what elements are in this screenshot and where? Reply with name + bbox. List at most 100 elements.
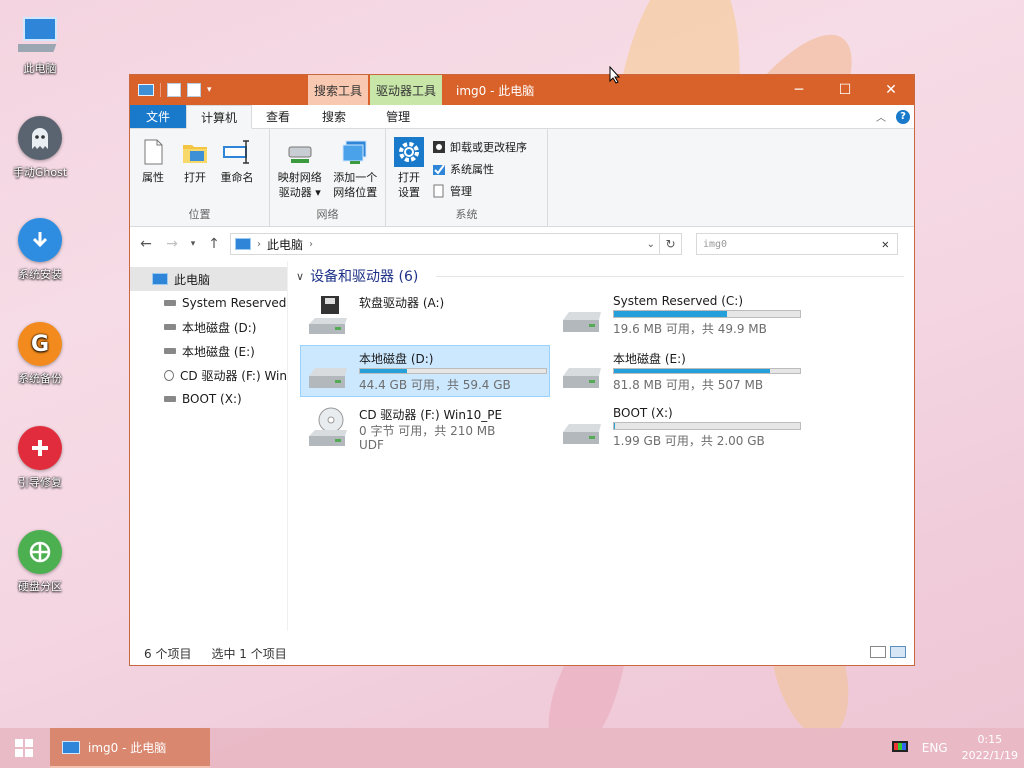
rename-button[interactable]: 重命名: [218, 133, 256, 206]
uninstall-programs-button[interactable]: 卸载或更改程序: [432, 137, 527, 156]
item-count: 6 个项目: [144, 646, 192, 661]
collapse-ribbon-icon[interactable]: ︿: [876, 109, 886, 124]
desktop-icon-boot-repair[interactable]: 引导修复: [2, 426, 78, 490]
desktop-icon-label: 硬盘分区: [18, 580, 62, 593]
drive-name: 软盘驱动器 (A:): [359, 296, 445, 310]
new-folder-quick-icon[interactable]: [187, 83, 201, 97]
selected-count: 选中 1 个项目: [211, 646, 287, 661]
search-input[interactable]: img0 ✕: [696, 233, 898, 255]
hard-drive-icon: [563, 424, 601, 444]
content-pane: ∨ 设备和驱动器 (6) 软盘驱动器 (A:) System Reserved (…: [288, 261, 914, 631]
add-network-location-button[interactable]: 添加一个 网络位置: [330, 133, 382, 206]
hard-drive-icon: [563, 368, 601, 388]
ribbon: 属性 打开 重命名 位置 映射网络 驱动器 ▾ 添加一个 网络位置 网络 打开 …: [130, 129, 914, 227]
map-network-drive-button[interactable]: 映射网络 驱动器 ▾: [274, 133, 326, 206]
desktop-icon-backup[interactable]: G 系统备份: [2, 322, 78, 386]
desktop-icon-label: 手动Ghost: [12, 166, 68, 179]
tab-search[interactable]: 搜索: [304, 105, 364, 128]
help-icon[interactable]: ?: [896, 109, 910, 124]
drive-capacity: 44.4 GB 可用，共 59.4 GB: [359, 378, 511, 392]
up-button[interactable]: ↑: [204, 236, 224, 252]
status-bar: 6 个项目 选中 1 个项目: [130, 641, 914, 665]
desktop-icon-partition[interactable]: 硬盘分区: [2, 530, 78, 594]
drive-usage-bar: [613, 310, 801, 318]
drive-tile[interactable]: 软盘驱动器 (A:): [300, 289, 550, 341]
drive-tile[interactable]: System Reserved (C:) 19.6 MB 可用，共 49.9 MB: [554, 289, 804, 341]
language-indicator[interactable]: ENG: [922, 741, 948, 755]
ribbon-group-location: 属性 打开 重命名 位置: [130, 129, 270, 226]
drive-capacity: 19.6 MB 可用，共 49.9 MB: [613, 322, 767, 336]
tab-manage[interactable]: 管理: [364, 105, 432, 128]
network-drive-icon: [288, 146, 312, 163]
desktop-icon-this-pc[interactable]: 此电脑: [2, 12, 78, 76]
context-tab-drive-tools[interactable]: 驱动器工具: [370, 75, 443, 105]
computer-icon: [62, 740, 80, 754]
nav-item-drive[interactable]: BOOT (X:): [130, 387, 287, 411]
g-letter-icon: G: [18, 322, 62, 366]
manage-button[interactable]: 管理: [432, 181, 527, 200]
properties-button[interactable]: 属性: [134, 133, 172, 206]
chevron-down-icon[interactable]: ∨: [296, 270, 304, 283]
nav-item-drive[interactable]: System Reserved: [130, 291, 287, 315]
drive-tile[interactable]: BOOT (X:) 1.99 GB 可用，共 2.00 GB: [554, 401, 804, 453]
system-properties-icon: [433, 163, 445, 175]
computer-icon: [152, 273, 168, 285]
mouse-cursor-icon: [609, 66, 621, 84]
ribbon-group-label: 位置: [188, 208, 211, 221]
properties-quick-icon[interactable]: [167, 83, 181, 97]
drive-icon: [164, 348, 176, 354]
tab-view[interactable]: 查看: [252, 105, 304, 128]
nav-item-drive[interactable]: CD 驱动器 (F:) Win: [130, 363, 287, 387]
back-button[interactable]: ←: [136, 236, 156, 252]
address-bar[interactable]: › 此电脑 › ⌄ ↻: [230, 233, 682, 255]
refresh-button[interactable]: ↻: [659, 234, 681, 254]
tiles-view-icon[interactable]: [890, 646, 906, 658]
floppy-drive-icon: [309, 296, 347, 334]
breadcrumb-this-pc[interactable]: 此电脑: [267, 236, 303, 253]
hard-drive-icon: [309, 368, 347, 388]
system-properties-button[interactable]: 系统属性: [432, 159, 527, 178]
close-button[interactable]: ✕: [868, 75, 914, 105]
context-tab-search-tools[interactable]: 搜索工具: [308, 75, 369, 105]
recent-locations-button[interactable]: ▾: [188, 239, 198, 249]
drive-tile[interactable]: 本地磁盘 (D:) 44.4 GB 可用，共 59.4 GB: [300, 345, 550, 397]
hard-drive-icon: [563, 312, 601, 332]
uninstall-icon: [433, 140, 445, 153]
taskbar-item-explorer[interactable]: img0 - 此电脑: [50, 728, 210, 768]
nav-item-drive[interactable]: 本地磁盘 (D:): [130, 315, 287, 339]
partition-icon: [18, 530, 62, 574]
title-bar[interactable]: ▾ 搜索工具 驱动器工具 img0 - 此电脑 ─ ☐ ✕: [130, 75, 914, 105]
maximize-button[interactable]: ☐: [822, 75, 868, 105]
rename-icon: [223, 140, 249, 164]
open-settings-button[interactable]: 打开 设置: [390, 133, 428, 206]
nav-item-drive[interactable]: 本地磁盘 (E:): [130, 339, 287, 363]
chevron-down-icon[interactable]: ▾: [207, 85, 212, 95]
drive-tile[interactable]: 本地磁盘 (E:) 81.8 MB 可用，共 507 MB: [554, 345, 804, 397]
desktop-icon-ghost[interactable]: 手动Ghost: [2, 116, 78, 180]
open-button[interactable]: 打开: [176, 133, 214, 206]
start-button[interactable]: [0, 728, 48, 768]
tab-file[interactable]: 文件: [130, 105, 187, 128]
drive-filesystem: UDF: [359, 438, 384, 452]
breadcrumb-chevron-icon[interactable]: ›: [309, 239, 313, 250]
clock[interactable]: 0:15 2022/1/19: [962, 732, 1018, 764]
manage-icon: [433, 184, 444, 197]
minimize-button[interactable]: ─: [776, 75, 822, 105]
cd-drive-icon: [164, 369, 175, 381]
folder-open-icon: [183, 145, 207, 163]
clear-search-icon[interactable]: ✕: [882, 237, 889, 251]
display-icon[interactable]: [891, 741, 908, 755]
ghost-icon: [18, 116, 62, 160]
desktop-icon-label: 此电脑: [23, 62, 57, 75]
ribbon-group-network: 映射网络 驱动器 ▾ 添加一个 网络位置 网络: [270, 129, 386, 226]
forward-button[interactable]: →: [162, 236, 182, 252]
desktop-icon-label: 系统备份: [18, 372, 62, 385]
desktop-icon-install[interactable]: 系统安装: [2, 218, 78, 282]
details-view-icon[interactable]: [870, 646, 886, 658]
nav-item-this-pc[interactable]: 此电脑: [130, 267, 287, 291]
address-history-dropdown[interactable]: ⌄: [647, 239, 655, 250]
tab-computer[interactable]: 计算机: [186, 105, 253, 129]
drive-tile[interactable]: CD 驱动器 (F:) Win10_PE 0 字节 可用，共 210 MB UDF: [300, 401, 550, 453]
navigation-pane[interactable]: 此电脑 System Reserved 本地磁盘 (D:) 本地磁盘 (E:) …: [130, 261, 288, 631]
address-bar-row: ← → ▾ ↑ › 此电脑 › ⌄ ↻ img0 ✕: [130, 227, 914, 261]
